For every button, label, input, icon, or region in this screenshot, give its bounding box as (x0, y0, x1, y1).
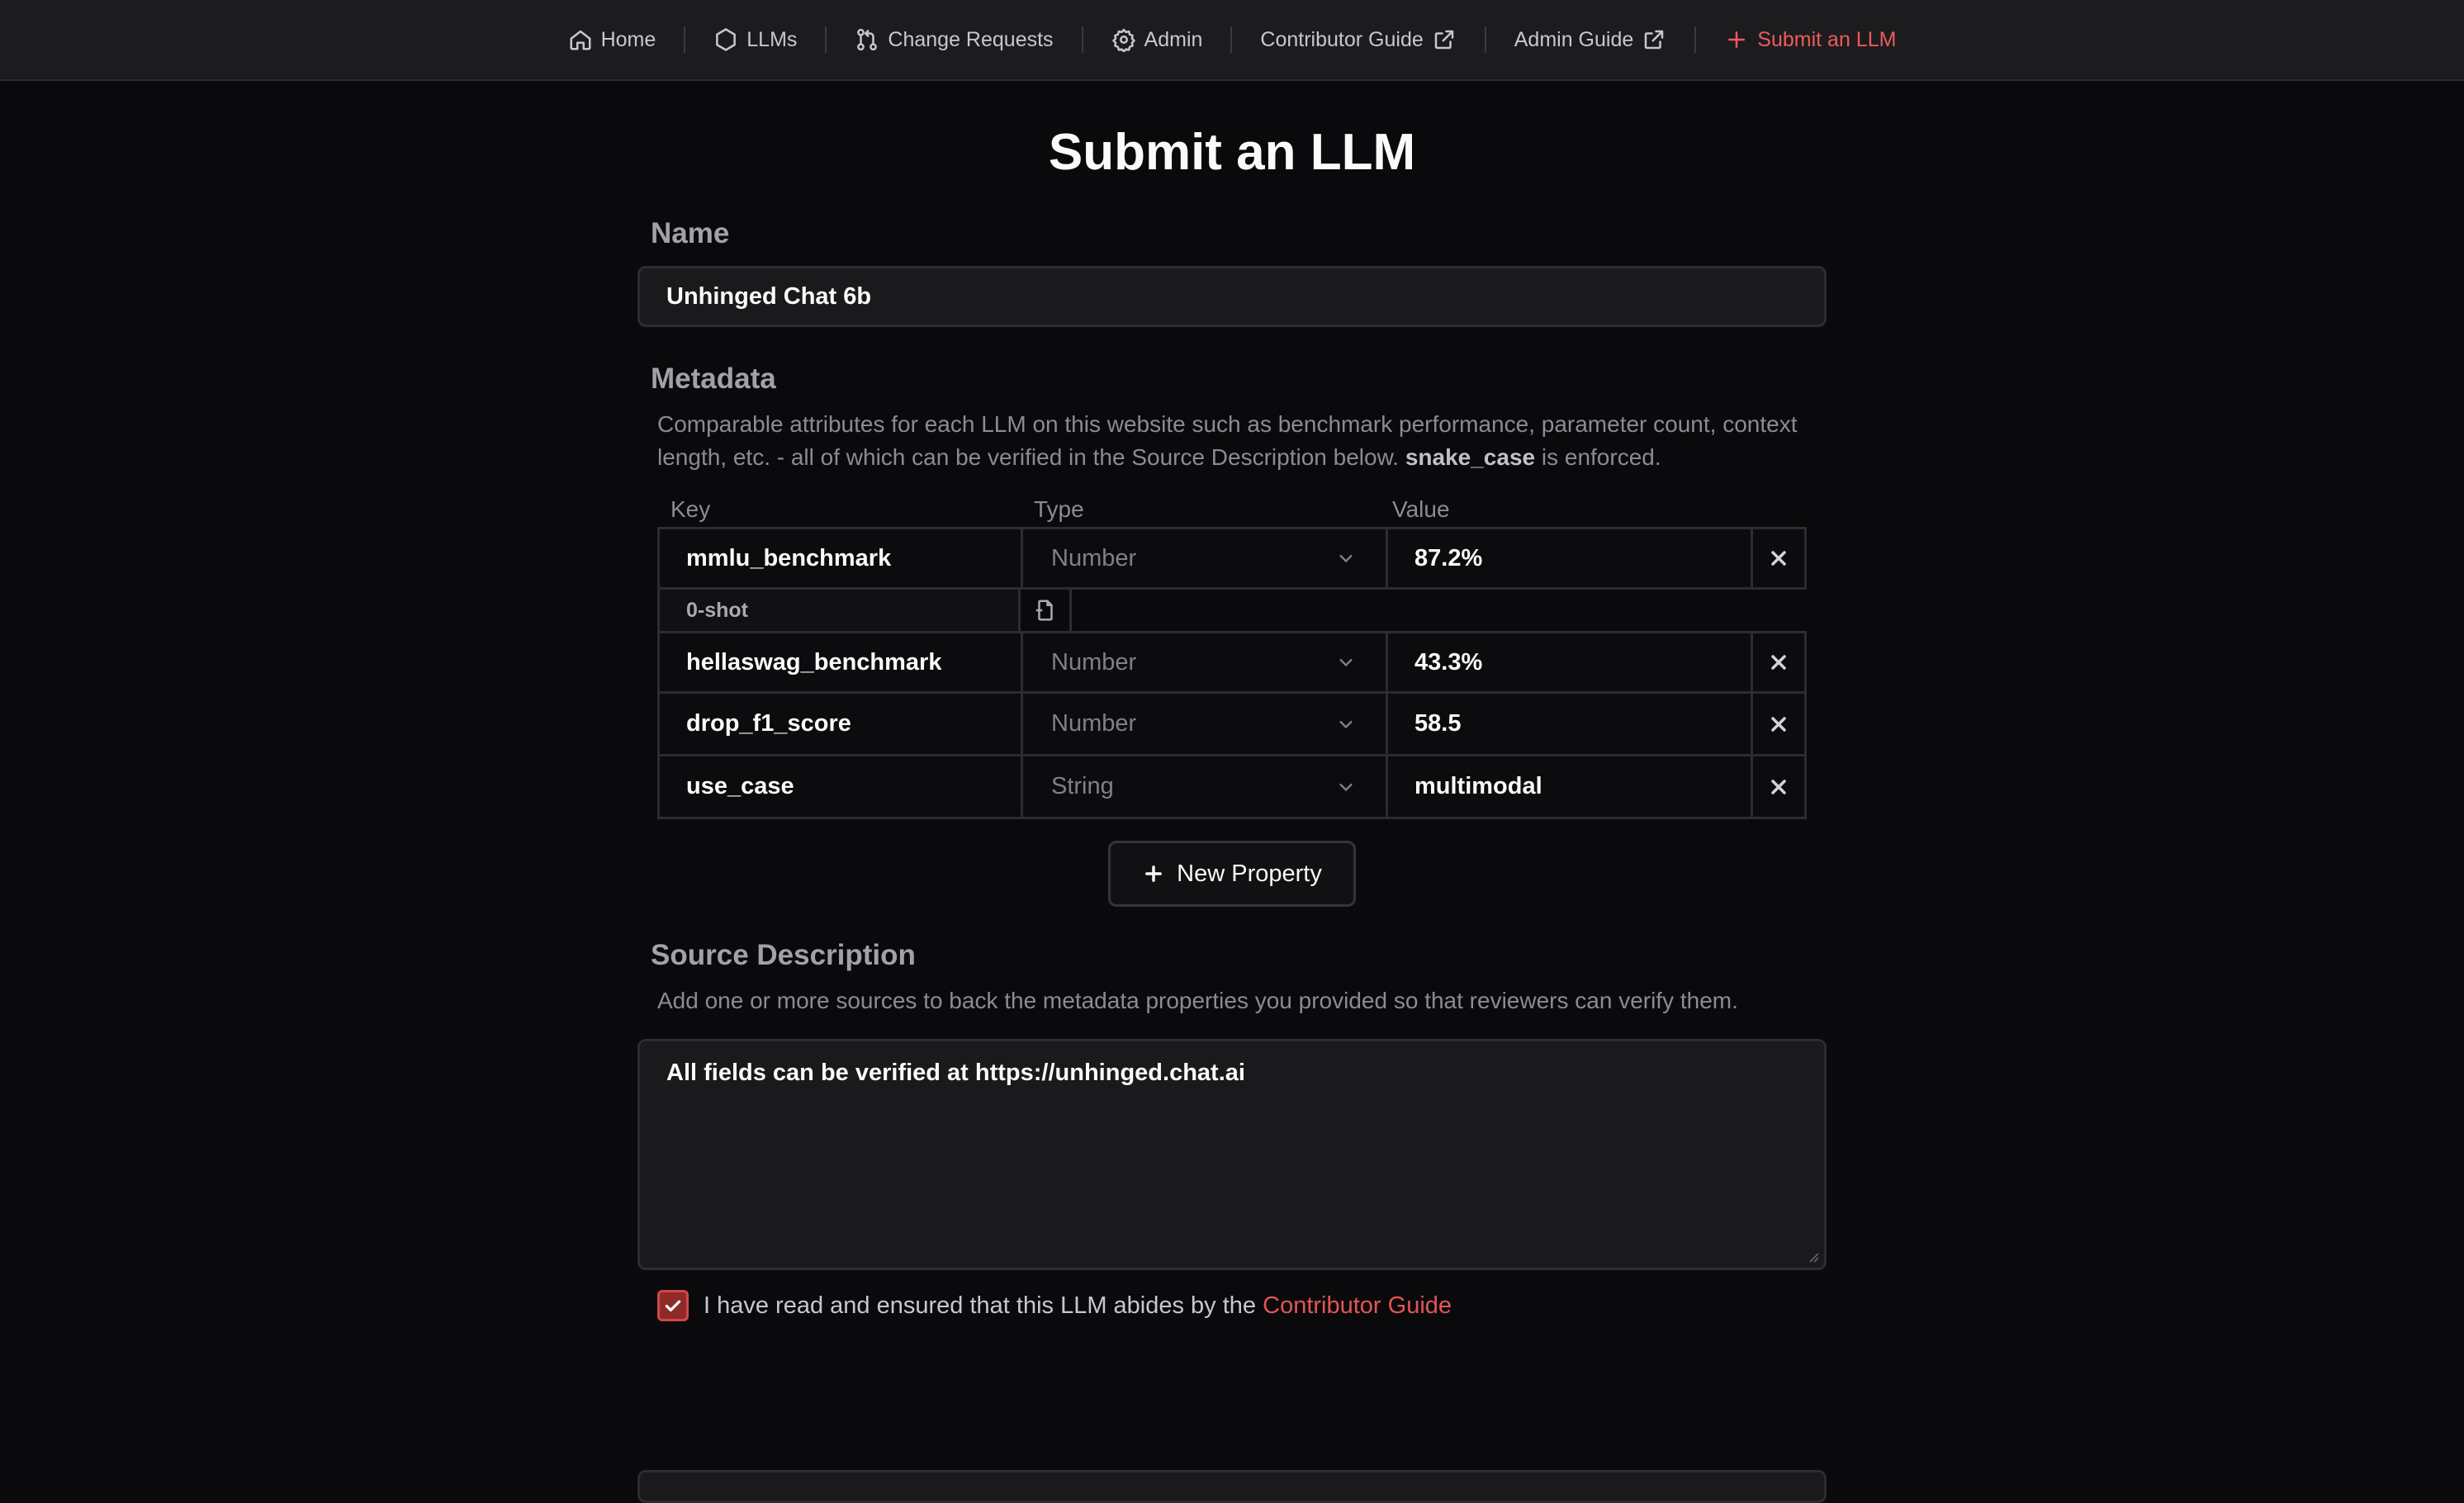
chevron-down-icon (1339, 720, 1353, 729)
contributor-guide-link[interactable]: Contributor Guide (1263, 1292, 1452, 1319)
type-value: Number (1051, 544, 1137, 571)
chevron-down-icon (1339, 659, 1353, 667)
key-value: drop_f1_score (686, 710, 851, 737)
agreement-label: I have read and ensured that this LLM ab… (704, 1292, 1452, 1320)
nav-submit-llm[interactable]: Submit an LLM (1696, 27, 1924, 52)
column-type: Type (1034, 496, 1084, 523)
value-input[interactable]: 58.5 (1388, 694, 1753, 755)
type-value: Number (1051, 648, 1137, 676)
type-select[interactable]: String (1023, 756, 1388, 818)
key-value: use_case (686, 773, 794, 800)
agreement-checkbox[interactable] (657, 1290, 689, 1322)
key-input[interactable]: use_case (660, 756, 1023, 818)
value-text: multimodal (1414, 773, 1542, 800)
type-value: Number (1051, 710, 1137, 737)
value-input[interactable]: 43.3% (1388, 633, 1753, 692)
column-key: Key (670, 496, 711, 523)
new-property-label: New Property (1177, 860, 1322, 887)
agreement-text: I have read and ensured that this LLM ab… (704, 1292, 1263, 1319)
column-value: Value (1392, 496, 1450, 523)
home-icon (570, 30, 591, 50)
check-icon (665, 1300, 681, 1312)
source-description: Add one or more sources to back the meta… (657, 988, 1738, 1014)
document-icon (1035, 600, 1053, 621)
metadata-description: Comparable attributes for each LLM on th… (637, 408, 1827, 474)
external-link-icon (1645, 30, 1664, 50)
agreement-row: I have read and ensured that this LLM ab… (637, 1290, 1827, 1322)
source-textarea[interactable]: All fields can be verified at https://un… (637, 1039, 1827, 1271)
source-textarea-value: All fields can be verified at https://un… (666, 1060, 1245, 1087)
nav-contributor-guide-label: Contributor Guide (1260, 27, 1424, 51)
note-input[interactable]: 0-shot (657, 590, 1021, 632)
metadata-desc-tail: is enforced. (1535, 444, 1661, 471)
nav-admin-guide-label: Admin Guide (1514, 27, 1634, 51)
name-input-value: Unhinged Chat 6b (666, 282, 872, 310)
new-property-button[interactable]: New Property (1108, 841, 1356, 908)
close-icon (1771, 717, 1786, 732)
nav-home-label: Home (600, 27, 656, 51)
key-input[interactable]: mmlu_benchmark (660, 529, 1023, 588)
remove-row-button[interactable] (1753, 756, 1804, 817)
nav-submit-llm-label: Submit an LLM (1757, 27, 1897, 51)
value-text: 43.3% (1414, 648, 1483, 676)
metadata-row: drop_f1_score Number 58.5 (657, 694, 1807, 757)
key-input[interactable]: drop_f1_score (660, 694, 1023, 755)
top-navigation: Home LLMs Change Requests Admin Contribu… (0, 0, 2464, 81)
type-value: String (1051, 773, 1114, 800)
metadata-heading: Metadata (651, 363, 776, 396)
name-input[interactable]: Unhinged Chat 6b (637, 266, 1827, 328)
metadata-row: mmlu_benchmark Number 87.2% (657, 527, 1807, 590)
plus-icon (1728, 31, 1746, 48)
metadata-desc-bold: snake_case (1405, 444, 1536, 471)
nav-admin[interactable]: Admin (1083, 27, 1231, 52)
key-value: hellaswag_benchmark (686, 648, 942, 676)
remove-row-button[interactable] (1753, 529, 1804, 587)
nav-admin-label: Admin (1144, 27, 1203, 51)
nav-llms[interactable]: LLMs (685, 27, 825, 52)
nav-home[interactable]: Home (540, 27, 685, 52)
gear-icon (1111, 28, 1135, 52)
external-link-icon (1434, 30, 1453, 50)
remove-row-button[interactable] (1753, 633, 1804, 691)
metadata-row-note: 0-shot (657, 590, 1807, 632)
close-icon (1771, 780, 1786, 794)
chevron-down-icon (1339, 555, 1353, 563)
value-input[interactable]: multimodal (1388, 756, 1753, 818)
nav-contributor-guide[interactable]: Contributor Guide (1232, 27, 1484, 52)
nav-change-requests-label: Change Requests (888, 27, 1054, 51)
type-select[interactable]: Number (1023, 633, 1388, 692)
value-text: 87.2% (1414, 544, 1483, 571)
chevron-down-icon (1339, 783, 1353, 792)
nav-admin-guide[interactable]: Admin Guide (1486, 27, 1695, 52)
metadata-table-header: Key Type Value (657, 492, 1807, 527)
hexagon-icon (716, 28, 737, 51)
value-text: 58.5 (1414, 710, 1462, 737)
remove-row-button[interactable] (1753, 694, 1804, 754)
git-pull-request-icon (857, 28, 878, 51)
note-value: 0-shot (686, 598, 748, 622)
close-icon (1771, 551, 1786, 567)
nav-llms-label: LLMs (746, 27, 798, 51)
value-input[interactable]: 87.2% (1388, 529, 1753, 588)
key-input[interactable]: hellaswag_benchmark (660, 633, 1023, 692)
plus-icon (1145, 865, 1163, 883)
metadata-table: Key Type Value mmlu_benchmark Number 87.… (657, 492, 1807, 820)
key-value: mmlu_benchmark (686, 544, 892, 571)
resize-handle-icon[interactable] (1806, 1249, 1819, 1263)
source-heading: Source Description (651, 939, 916, 972)
nav-change-requests[interactable]: Change Requests (827, 27, 1081, 52)
page-title: Submit an LLM (1048, 124, 1416, 181)
type-select[interactable]: Number (1023, 694, 1388, 755)
type-select[interactable]: Number (1023, 529, 1388, 588)
next-field-edge (637, 1470, 1827, 1503)
metadata-row: use_case String multimodal (657, 756, 1807, 820)
submit-form: Submit an LLM Name Unhinged Chat 6b Meta… (637, 79, 1827, 1322)
edit-note-button[interactable] (1021, 590, 1072, 632)
close-icon (1771, 655, 1786, 671)
name-heading: Name (651, 217, 730, 250)
metadata-row: hellaswag_benchmark Number 43.3% (657, 631, 1807, 695)
